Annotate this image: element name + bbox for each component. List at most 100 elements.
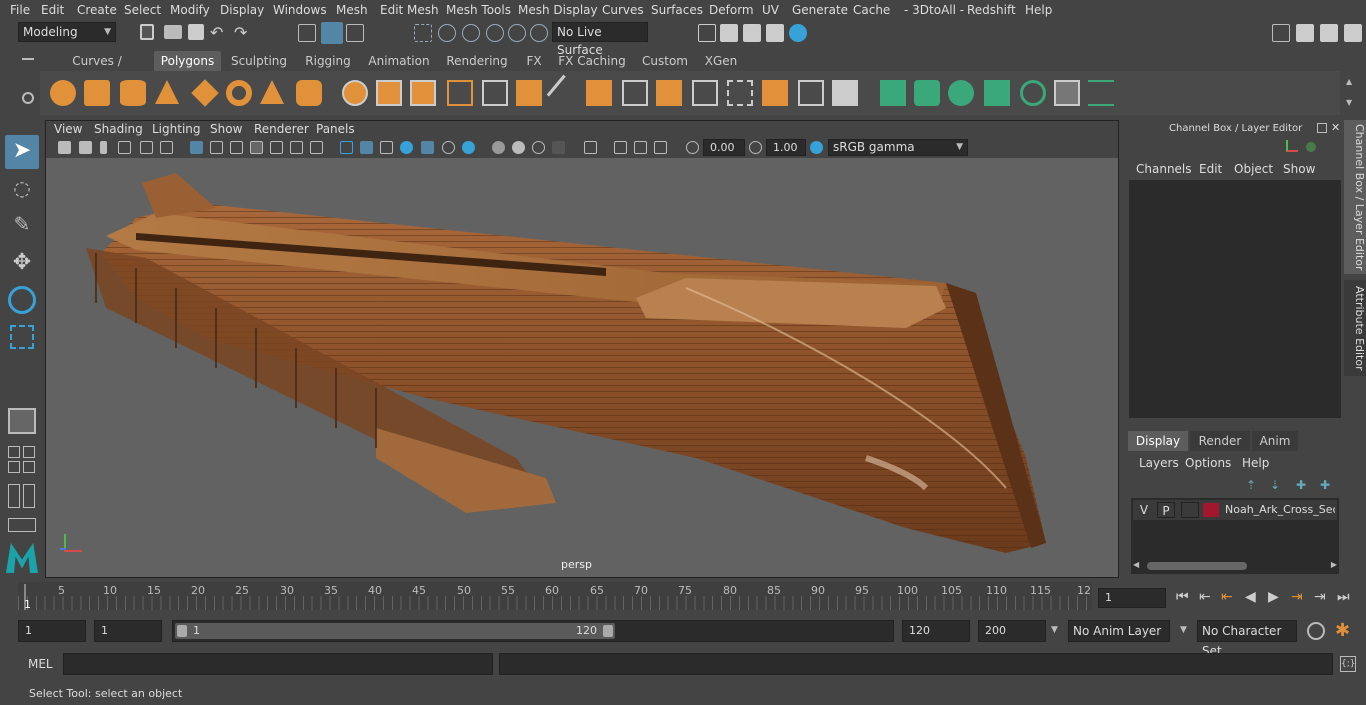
poly-sphere-icon[interactable] <box>50 80 76 106</box>
side-tab-attribute-editor[interactable]: Attribute Editor <box>1344 280 1366 376</box>
tab-polygons[interactable]: Polygons <box>154 51 221 71</box>
make-live-icon[interactable] <box>530 24 548 42</box>
command-input[interactable] <box>63 653 493 675</box>
shelf-scroll-down-icon[interactable]: ▼ <box>1346 98 1352 107</box>
bevel-icon[interactable] <box>586 80 612 106</box>
snap-view-icon[interactable] <box>486 24 504 42</box>
safe-title-icon[interactable] <box>310 141 323 154</box>
step-forward-key-icon[interactable]: ⇥ <box>1314 589 1326 605</box>
poly-cone-icon[interactable] <box>155 80 179 104</box>
menu-windows[interactable]: Windows <box>273 3 327 17</box>
combine-icon[interactable] <box>342 80 368 106</box>
merge-icon[interactable] <box>832 80 858 106</box>
channel-list[interactable] <box>1129 180 1341 418</box>
cb-menu-channels[interactable]: Channels <box>1136 162 1192 176</box>
menu-curves[interactable]: Curves <box>602 3 644 17</box>
current-frame-field[interactable]: 1 <box>1098 588 1166 608</box>
layer-playback-toggle[interactable]: P <box>1157 502 1175 518</box>
snap-surface-icon[interactable] <box>508 24 526 42</box>
field-chart-icon[interactable] <box>270 141 283 154</box>
tab-animation[interactable]: Animation <box>365 51 433 71</box>
mode-dropdown[interactable]: Modeling ▼ <box>18 22 116 42</box>
live-surface-field[interactable]: No Live Surface <box>552 22 648 57</box>
scroll-right-icon[interactable]: ▶ <box>1331 560 1337 569</box>
menu-modify[interactable]: Modify <box>170 3 210 17</box>
step-back-frame-icon[interactable]: ⇤ <box>1221 589 1233 605</box>
snap-grid-icon[interactable] <box>414 24 432 42</box>
vp-menu-renderer[interactable]: Renderer <box>254 122 309 136</box>
layer-name[interactable]: Noah_Ark_Cross_Section <box>1225 503 1335 516</box>
isolate-select-icon[interactable] <box>552 141 565 154</box>
menu-select[interactable]: Select <box>124 3 161 17</box>
keyable-toggle-icon[interactable] <box>1306 142 1316 152</box>
snap-point-icon[interactable] <box>462 24 480 42</box>
toggle-outliner-icon[interactable] <box>1320 24 1338 42</box>
anim-layer-dropdown[interactable]: No Anim Layer <box>1068 620 1170 642</box>
fill-hole-icon[interactable] <box>798 80 824 106</box>
safe-action-icon[interactable] <box>290 141 303 154</box>
exposure-field[interactable]: 0.00 <box>703 139 745 156</box>
menu-mesh-display[interactable]: Mesh Display <box>518 3 598 17</box>
shelf-settings-icon[interactable] <box>22 92 34 104</box>
new-layer-selected-icon[interactable]: ✚ <box>1320 478 1330 492</box>
poly-cube-icon[interactable] <box>84 80 110 106</box>
extrude-icon[interactable] <box>516 80 542 106</box>
undo-icon[interactable]: ↶ <box>210 23 228 42</box>
menu-cache[interactable]: Cache <box>853 3 890 17</box>
outliner-layout-icon[interactable] <box>8 484 20 508</box>
menu-help[interactable]: Help <box>1025 3 1052 17</box>
float-panel-icon[interactable] <box>1317 123 1327 133</box>
shelf-menu-icon[interactable] <box>22 58 34 60</box>
menu-generate[interactable]: Generate <box>792 3 848 17</box>
layer-menu-layers[interactable]: Layers <box>1139 456 1179 470</box>
paint-select-icon[interactable]: ✎ <box>8 212 36 240</box>
layout-four-icon[interactable] <box>8 446 20 458</box>
offset-edge-icon[interactable] <box>727 80 753 106</box>
select-hierarchy-icon[interactable] <box>298 24 316 42</box>
color-space-dropdown[interactable]: sRGB gamma ▼ <box>828 139 968 156</box>
mirror-icon[interactable] <box>410 80 436 106</box>
hud-icon[interactable] <box>634 141 647 154</box>
ambient-occlusion-icon[interactable] <box>462 141 475 154</box>
poly-pipe-icon[interactable] <box>296 80 322 106</box>
vp-menu-show[interactable]: Show <box>210 122 242 136</box>
menu-deform[interactable]: Deform <box>709 3 754 17</box>
menu-mesh-tools[interactable]: Mesh Tools <box>446 3 511 17</box>
menu-3dtoall[interactable]: - 3DtoAll - <box>904 3 964 17</box>
camera-icon[interactable] <box>58 141 71 154</box>
new-layer-icon[interactable]: ✚ <box>1296 478 1306 492</box>
range-handle-right[interactable] <box>603 625 613 637</box>
cb-menu-show[interactable]: Show <box>1283 162 1315 176</box>
separate-icon[interactable] <box>376 80 402 106</box>
layer-menu-help[interactable]: Help <box>1242 456 1269 470</box>
chevron-down-icon[interactable]: ▼ <box>1180 625 1187 635</box>
bookmark-icon[interactable] <box>100 141 107 154</box>
new-scene-icon[interactable] <box>140 24 154 40</box>
fullscreen-icon[interactable] <box>654 141 667 154</box>
spherical-uv-icon[interactable] <box>948 80 974 106</box>
gamma-field[interactable]: 1.00 <box>766 139 806 156</box>
tab-curves-surfaces[interactable]: Curves / Surfaces <box>48 51 146 88</box>
layout-stack-icon[interactable] <box>23 461 35 473</box>
layer-type-toggle[interactable] <box>1181 502 1199 518</box>
toggle-panel-icon[interactable] <box>1344 24 1362 42</box>
move-tool-icon[interactable]: ✥ <box>8 250 36 278</box>
snap-curve-icon[interactable] <box>438 24 456 42</box>
tab-xgen[interactable]: XGen <box>700 51 742 71</box>
menu-file[interactable]: File <box>10 3 30 17</box>
wireframe-icon[interactable] <box>340 141 353 154</box>
anim-prefs-icon[interactable]: ✱ <box>1335 620 1350 641</box>
menu-edit-mesh[interactable]: Edit Mesh <box>380 3 439 17</box>
two-d-pan-icon[interactable] <box>140 141 153 154</box>
poly-torus-icon[interactable] <box>226 80 252 106</box>
smooth-shade-icon[interactable] <box>360 141 373 154</box>
playback-start-field[interactable]: 1 <box>94 620 162 642</box>
poly-pyramid-icon[interactable] <box>260 80 284 104</box>
end-time-field[interactable]: 200 <box>978 620 1046 642</box>
layer-hscroll[interactable]: ◀ ▶ <box>1131 560 1339 572</box>
layer-visibility-toggle[interactable]: V <box>1135 502 1153 518</box>
grease-pencil-icon[interactable] <box>160 141 173 154</box>
menu-surfaces[interactable]: Surfaces <box>651 3 703 17</box>
textured-icon[interactable] <box>400 141 413 154</box>
menu-create[interactable]: Create <box>77 3 117 17</box>
